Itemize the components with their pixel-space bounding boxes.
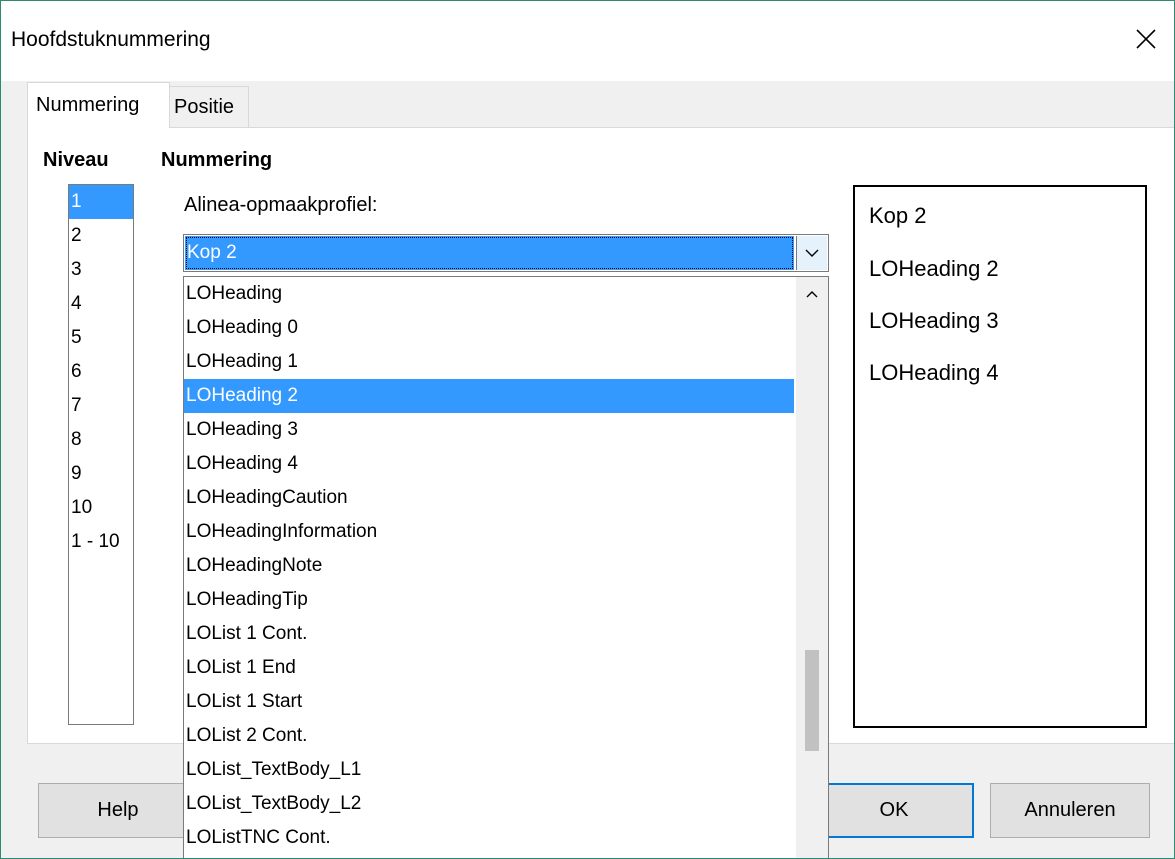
tab-positie[interactable]: Positie [169, 86, 249, 127]
dropdown-item[interactable]: LOHeadingNote [184, 549, 794, 583]
level-item[interactable]: 2 [69, 219, 133, 253]
dropdown-item[interactable]: LOHeading 2 [184, 379, 794, 413]
level-item[interactable]: 9 [69, 457, 133, 491]
dropdown-scrollbar[interactable] [796, 277, 828, 858]
numbering-heading: Nummering [161, 149, 273, 171]
cancel-button[interactable]: Annuleren [990, 783, 1150, 838]
preview-line: LOHeading 4 [869, 360, 999, 385]
scroll-up-button[interactable] [796, 277, 828, 311]
dropdown-item[interactable]: LOListTNC Cont. [184, 821, 794, 855]
help-button[interactable]: Help [38, 783, 198, 838]
dropdown-item[interactable]: LOList 1 Start [184, 685, 794, 719]
level-item[interactable]: 3 [69, 253, 133, 287]
dropdown-item[interactable]: LOList 1 End [184, 651, 794, 685]
level-list[interactable]: 1 2 3 4 5 6 7 8 9 10 1 - 10 [68, 184, 134, 725]
level-item[interactable]: 7 [69, 389, 133, 423]
level-heading: Niveau [43, 149, 109, 171]
preview-line: LOHeading 3 [869, 308, 999, 333]
ok-button-label: OK [879, 799, 909, 821]
chevron-down-icon [805, 249, 819, 257]
preview-line: LOHeading 2 [869, 256, 999, 281]
tab-nummering-label: Nummering [36, 94, 140, 116]
level-item[interactable]: 8 [69, 423, 133, 457]
para-style-combobox[interactable]: Kop 2 [183, 234, 829, 272]
close-button[interactable] [1128, 21, 1164, 57]
para-style-dropdown-list[interactable]: LOHeading LOHeading 0 LOHeading 1 LOHead… [183, 276, 829, 858]
dropdown-item[interactable]: LOList_TextBody_L1 [184, 753, 794, 787]
combo-dropdown-button[interactable] [796, 236, 827, 270]
dialog-window: Hoofdstuknummering Nummering Positie Niv… [0, 0, 1175, 859]
dropdown-item[interactable]: LOList 1 Cont. [184, 617, 794, 651]
para-style-label: Alinea-opmaakprofiel: [184, 194, 378, 216]
dropdown-item[interactable]: LOHeadingCaution [184, 481, 794, 515]
dialog-title: Hoofdstuknummering [11, 28, 211, 51]
level-item[interactable]: 5 [69, 321, 133, 355]
dropdown-item[interactable]: LOHeading [184, 277, 794, 311]
preview-line: Kop 2 [869, 203, 927, 228]
numbering-preview: Kop 2 LOHeading 2 LOHeading 3 LOHeading … [853, 185, 1147, 728]
level-item[interactable]: 1 [69, 185, 133, 219]
tab-nummering[interactable]: Nummering [27, 82, 170, 128]
dropdown-item[interactable]: LOList 2 Cont. [184, 719, 794, 753]
level-item[interactable]: 10 [69, 491, 133, 525]
level-item[interactable]: 6 [69, 355, 133, 389]
level-item[interactable]: 1 - 10 [69, 525, 133, 559]
close-icon [1136, 29, 1156, 49]
chevron-up-icon [806, 291, 818, 298]
help-button-label: Help [97, 799, 139, 821]
dropdown-item[interactable]: LOHeading 4 [184, 447, 794, 481]
scroll-thumb[interactable] [805, 650, 819, 751]
para-style-value[interactable]: Kop 2 [185, 236, 794, 270]
ok-button[interactable]: OK [814, 783, 974, 838]
dropdown-item[interactable]: LOHeading 0 [184, 311, 794, 345]
dropdown-item[interactable]: LOHeading 1 [184, 345, 794, 379]
dropdown-item[interactable]: LOHeading 3 [184, 413, 794, 447]
level-item[interactable]: 4 [69, 287, 133, 321]
cancel-button-label: Annuleren [1024, 799, 1116, 821]
dropdown-item[interactable]: LOHeadingInformation [184, 515, 794, 549]
dropdown-item[interactable]: LOList_TextBody_L2 [184, 787, 794, 821]
dropdown-item[interactable]: LOHeadingTip [184, 583, 794, 617]
title-bar: Hoofdstuknummering [1, 1, 1174, 81]
tab-positie-label: Positie [174, 95, 235, 118]
